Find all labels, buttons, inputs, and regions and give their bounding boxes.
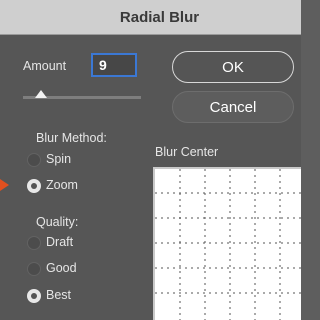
radio-zoom[interactable] — [27, 179, 41, 193]
radio-best-label[interactable]: Best — [46, 288, 71, 302]
pointer-arrow-icon — [0, 179, 9, 191]
radio-zoom-label[interactable]: Zoom — [46, 178, 78, 192]
radio-good-label[interactable]: Good — [46, 261, 77, 275]
amount-slider-thumb[interactable] — [35, 90, 47, 98]
amount-label: Amount — [23, 59, 67, 73]
title-bar: Radial Blur — [0, 0, 301, 35]
radio-good[interactable] — [27, 262, 41, 276]
quality-label: Quality: — [36, 215, 79, 229]
radio-draft[interactable] — [27, 236, 41, 250]
cancel-button[interactable]: Cancel — [172, 91, 294, 123]
blur-center-grid — [155, 169, 301, 320]
cancel-button-label: Cancel — [209, 98, 257, 116]
amount-input[interactable]: 9 — [91, 53, 137, 77]
window-title: Radial Blur — [119, 8, 200, 26]
radio-draft-label[interactable]: Draft — [46, 235, 73, 249]
ok-button-label: OK — [222, 58, 244, 76]
radio-spin[interactable] — [27, 153, 41, 167]
radio-best[interactable] — [27, 289, 41, 303]
ok-button[interactable]: OK — [172, 51, 294, 83]
radio-spin-label[interactable]: Spin — [46, 152, 71, 166]
blur-method-label: Blur Method: — [36, 131, 107, 145]
blur-center-preview[interactable] — [153, 167, 301, 320]
blur-center-label: Blur Center — [155, 145, 219, 159]
